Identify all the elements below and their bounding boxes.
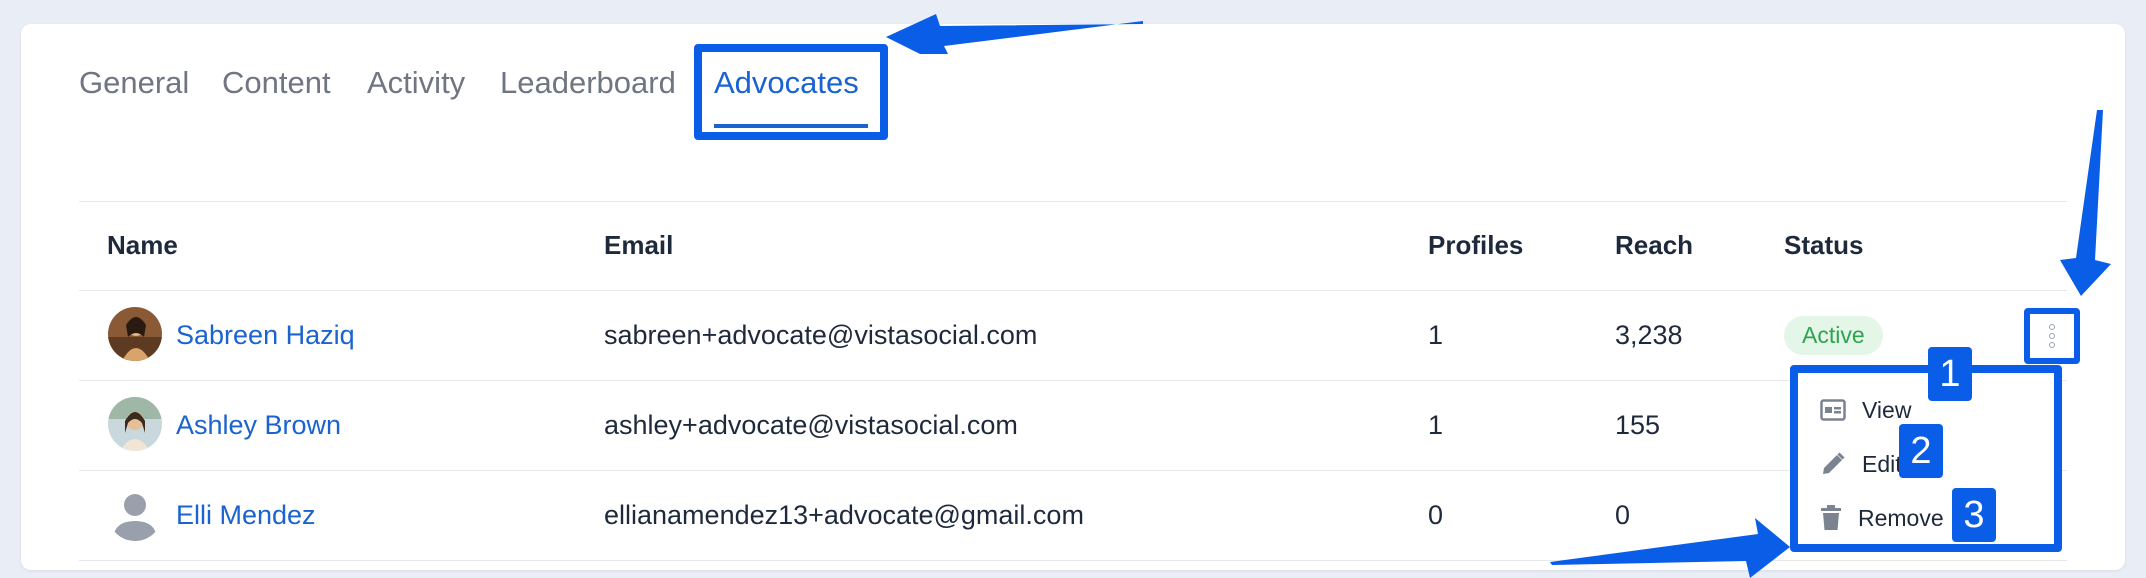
advocate-reach: 0 [1615,499,1631,530]
tab-general[interactable]: General [79,65,189,101]
column-header-profiles: Profiles [1428,230,1524,260]
menu-item-label: Remove [1858,504,1944,531]
menu-item-view[interactable]: View [1820,392,1911,428]
column-header-email: Email [604,230,674,260]
row-actions-button[interactable] [2024,308,2080,364]
advocate-name-link[interactable]: Elli Mendez [176,500,316,531]
table-row: Ashley Brown ashley+advocate@vistasocial… [79,380,2067,470]
table-row: Elli Mendez ellianamendez13+advocate@gma… [79,470,2067,560]
avatar [108,307,162,361]
menu-item-label: View [1862,396,1912,423]
pencil-icon [1823,452,1845,474]
advocate-profiles: 1 [1428,409,1444,440]
placeholder-user-icon [108,487,162,541]
column-header-name: Name [107,230,178,260]
tab-content[interactable]: Content [222,65,331,101]
advocate-email: ashley+advocate@vistasocial.com [604,409,1018,440]
menu-item-label: Edit [1862,450,1902,477]
tab-activity[interactable]: Activity [367,65,465,101]
trash-icon [1821,505,1841,530]
avatar [108,397,162,451]
menu-item-edit[interactable]: Edit [1820,446,1902,482]
row-divider [79,560,2067,561]
column-header-status: Status [1784,230,1864,260]
advocate-reach: 155 [1615,409,1661,440]
tab-leaderboard[interactable]: Leaderboard [500,65,676,101]
kebab-vertical-icon [2049,324,2055,348]
annotation-highlight-tab [694,44,888,140]
advocate-email: sabreen+advocate@vistasocial.com [604,319,1038,350]
table-row: Sabreen Haziq sabreen+advocate@vistasoci… [79,290,2067,380]
table-top-divider [79,201,2067,202]
view-card-icon [1820,399,1846,421]
advocate-reach: 3,238 [1615,319,1683,350]
annotation-badge-2: 2 [1899,424,1943,478]
advocate-profiles: 0 [1428,499,1444,530]
menu-item-remove[interactable]: Remove [1820,500,1944,536]
annotation-badge-1: 1 [1928,347,1972,401]
status-badge: Active [1784,315,1883,355]
advocate-email: ellianamendez13+advocate@gmail.com [604,499,1084,530]
advocate-name-link[interactable]: Sabreen Haziq [176,320,355,351]
column-header-reach: Reach [1615,230,1694,260]
advocate-profiles: 1 [1428,319,1444,350]
annotation-badge-3: 3 [1952,488,1996,542]
advocate-name-link[interactable]: Ashley Brown [176,410,341,441]
